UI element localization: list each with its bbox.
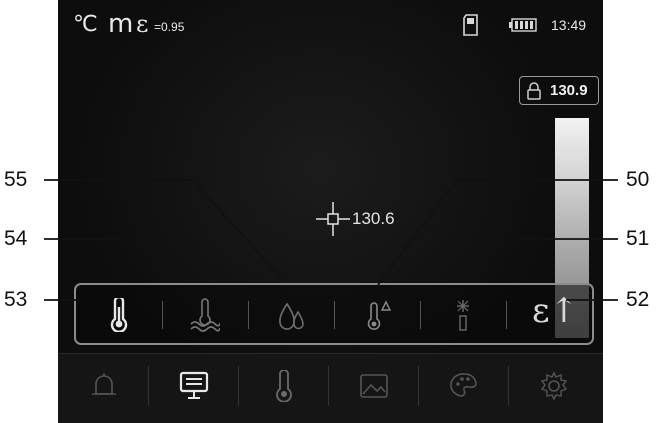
image-icon [360,374,388,398]
callout-55: 55 [4,168,28,191]
main-menu-display[interactable] [148,354,238,423]
submenu-item-laser[interactable] [420,285,506,343]
crosshair-icon [316,202,350,236]
measurement-submenu: ε↑ [74,283,594,345]
main-menu-image[interactable] [328,354,418,423]
thermometer-icon [276,370,292,402]
submenu-item-ambient[interactable] [162,285,248,343]
callout-50: 50 [626,168,650,191]
emissivity-value: =0.95 [154,20,185,34]
laser-pointer-icon [457,300,469,331]
emissivity-symbol: ε [136,10,149,38]
display-icon [179,371,209,399]
temperature-unit: ℃ [73,12,98,37]
bell-icon [92,373,116,395]
humidity-drops-icon [279,302,304,330]
main-menu-palette[interactable] [418,354,508,423]
clock: 13:49 [551,17,587,33]
callout-51: 51 [626,227,650,250]
callout-53: 53 [4,288,28,311]
measure-mode: m [108,9,134,39]
submenu-item-thermometer[interactable] [76,285,162,343]
submenu-item-delta-temp[interactable] [334,285,420,343]
max-temp-lock[interactable]: 130.9 [519,76,599,105]
callout-52: 52 [626,288,650,311]
sd-card-icon [463,14,478,36]
status-bar: ℃ m ε =0.95 13:49 [58,0,603,50]
main-menu-alarm[interactable] [58,354,148,423]
submenu-item-humidity[interactable] [248,285,334,343]
emissivity-icon: ε↑ [532,291,579,331]
gear-icon [540,371,568,401]
palette-icon [450,373,477,397]
callout-54: 54 [4,227,28,250]
ambient-temperature-icon [190,298,220,332]
device-screen: ℃ m ε =0.95 13:49 130.9 130.6 ε↑ [58,0,603,423]
center-temp-value: 130.6 [352,209,395,228]
main-menu-measure[interactable] [238,354,328,423]
lock-icon [527,82,541,100]
submenu-item-emissivity[interactable]: ε↑ [506,285,592,343]
manual-figure: ℃ m ε =0.95 13:49 130.9 130.6 ε↑ 55 54 5… [0,0,662,423]
thermometer-icon [110,298,128,332]
main-menu-settings[interactable] [508,354,598,423]
main-menu-bar [58,353,603,423]
battery-icon [509,18,537,32]
thermometer-delta-icon [367,300,392,330]
max-temp-value: 130.9 [550,82,588,99]
